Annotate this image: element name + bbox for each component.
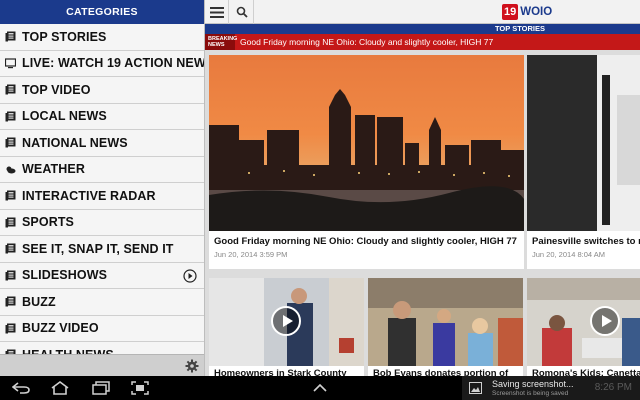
category-label: SLIDESHOWS bbox=[22, 268, 108, 283]
story-image bbox=[527, 55, 640, 231]
tv-icon bbox=[5, 58, 16, 69]
back-icon[interactable] bbox=[8, 379, 34, 397]
category-item[interactable]: LIVE: WATCH 19 ACTION NEWS bbox=[0, 50, 204, 77]
category-label: SEE IT, SNAP IT, SEND IT bbox=[22, 241, 174, 256]
category-item[interactable]: SEE IT, SNAP IT, SEND IT bbox=[0, 236, 204, 263]
news-icon bbox=[5, 190, 16, 201]
category-label: LOCAL NEWS bbox=[22, 109, 107, 124]
category-label: BUZZ bbox=[22, 294, 56, 309]
logo-number: 19 bbox=[502, 4, 519, 20]
breaking-news-text: Good Friday morning NE Ohio: Cloudy and … bbox=[240, 37, 494, 47]
news-icon bbox=[5, 217, 16, 228]
drawer-footer bbox=[0, 354, 204, 376]
news-icon bbox=[5, 323, 16, 334]
story-title: Painesville switches to n bbox=[532, 236, 640, 247]
chevron-up-icon[interactable] bbox=[308, 379, 332, 397]
categories-drawer: CATEGORIES TOP STORIES LIVE: WATCH 19 ACT… bbox=[0, 0, 205, 376]
drawer-title: CATEGORIES bbox=[0, 0, 204, 24]
story-date: Jun 20, 2014 8:04 AM bbox=[532, 250, 605, 259]
search-icon[interactable] bbox=[230, 0, 254, 24]
story-image bbox=[527, 278, 640, 366]
category-label: NATIONAL NEWS bbox=[22, 135, 128, 150]
story-card[interactable]: Painesville switches to n Jun 20, 2014 8… bbox=[527, 55, 640, 269]
story-title: Good Friday morning NE Ohio: Cloudy and … bbox=[214, 236, 517, 247]
news-icon bbox=[5, 137, 16, 148]
category-item[interactable]: HEALTH NEWS bbox=[0, 342, 204, 354]
story-title: Romona's Kids: Canetta bbox=[532, 368, 640, 376]
category-label: TOP STORIES bbox=[22, 29, 107, 44]
settings-gear-icon[interactable] bbox=[184, 358, 200, 374]
story-title: Bob Evans donates portion of bbox=[373, 368, 509, 376]
category-item[interactable]: INTERACTIVE RADAR bbox=[0, 183, 204, 210]
screenshot-icon[interactable] bbox=[127, 379, 153, 397]
home-icon[interactable] bbox=[47, 379, 73, 397]
story-card[interactable]: Bob Evans donates portion of bbox=[368, 278, 523, 376]
category-item[interactable]: BUZZ bbox=[0, 289, 204, 316]
category-label: SPORTS bbox=[22, 215, 74, 230]
story-card[interactable]: Good Friday morning NE Ohio: Cloudy and … bbox=[209, 55, 524, 269]
story-date: Jun 20, 2014 3:59 PM bbox=[214, 250, 288, 259]
story-card[interactable]: Romona's Kids: Canetta bbox=[527, 278, 640, 376]
category-item[interactable]: WEATHER bbox=[0, 156, 204, 183]
category-item[interactable]: TOP STORIES bbox=[0, 24, 204, 51]
news-icon bbox=[5, 243, 16, 254]
station-logo: 19 WOIO bbox=[502, 3, 552, 21]
category-item[interactable]: NATIONAL NEWS bbox=[0, 130, 204, 157]
screenshot-notification[interactable]: 8:26 PM Saving screenshot... Screenshot … bbox=[462, 376, 640, 400]
story-image bbox=[368, 278, 523, 366]
system-navigation-bar: 8:26 PM Saving screenshot... Screenshot … bbox=[0, 376, 640, 400]
notification-title: Saving screenshot... bbox=[492, 379, 574, 389]
top-bar: 19 WOIO bbox=[205, 0, 640, 24]
category-label: WEATHER bbox=[22, 162, 85, 177]
category-label: LIVE: WATCH 19 ACTION NEWS bbox=[22, 56, 204, 71]
story-title: Homeowners in Stark County bbox=[214, 368, 347, 376]
news-icon bbox=[5, 296, 16, 307]
section-title: TOP STORIES bbox=[205, 24, 640, 34]
notification-subtitle: Screenshot is being saved bbox=[492, 390, 569, 397]
menu-icon[interactable] bbox=[205, 0, 229, 24]
weather-icon bbox=[5, 164, 16, 175]
news-icon bbox=[5, 270, 16, 281]
category-list[interactable]: TOP STORIES LIVE: WATCH 19 ACTION NEWS TOP… bbox=[0, 24, 204, 354]
category-label: TOP VIDEO bbox=[22, 82, 91, 97]
breaking-news-label: BREAKING NEWS bbox=[205, 34, 237, 50]
content-area: 19 WOIO TOP STORIES BREAKING NEWS Good F… bbox=[205, 0, 640, 376]
category-label: INTERACTIVE RADAR bbox=[22, 188, 156, 203]
logo-text: WOIO bbox=[520, 6, 553, 18]
story-card[interactable]: Homeowners in Stark County bbox=[209, 278, 364, 376]
chevron-right-icon[interactable] bbox=[183, 268, 197, 283]
breaking-news-bar[interactable]: BREAKING NEWS Good Friday morning NE Ohi… bbox=[205, 34, 640, 50]
news-icon bbox=[5, 84, 16, 95]
play-icon[interactable] bbox=[590, 306, 620, 336]
category-label: BUZZ VIDEO bbox=[22, 321, 99, 336]
category-item[interactable]: SPORTS bbox=[0, 209, 204, 236]
category-item[interactable]: TOP VIDEO bbox=[0, 77, 204, 104]
category-item[interactable]: BUZZ VIDEO bbox=[0, 315, 204, 342]
play-icon[interactable] bbox=[271, 306, 301, 336]
news-icon bbox=[5, 31, 16, 42]
image-icon bbox=[469, 382, 482, 394]
breaking-label-line2: NEWS bbox=[208, 42, 225, 48]
story-image bbox=[209, 55, 524, 231]
clock-text: 8:26 PM bbox=[594, 382, 632, 393]
category-item[interactable]: SLIDESHOWS bbox=[0, 262, 204, 289]
recent-apps-icon[interactable] bbox=[88, 379, 114, 397]
category-item[interactable]: LOCAL NEWS bbox=[0, 103, 204, 130]
news-icon bbox=[5, 111, 16, 122]
